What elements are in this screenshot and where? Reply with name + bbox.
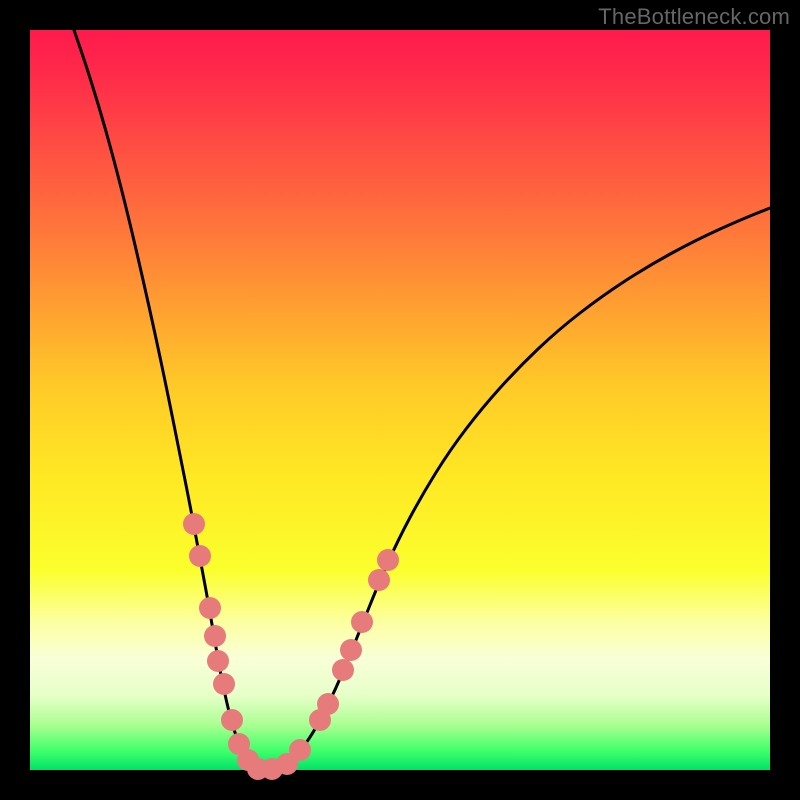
data-point-left-5 [213, 673, 235, 695]
data-point-left-4 [207, 650, 229, 672]
data-point-right-6 [368, 569, 390, 591]
data-point-right-5 [351, 611, 373, 633]
data-point-left-0 [183, 513, 205, 535]
data-point-right-0 [289, 739, 311, 761]
data-point-right-3 [332, 659, 354, 681]
data-point-left-1 [189, 545, 211, 567]
data-point-right-2 [317, 693, 339, 715]
bottleneck-chart [0, 0, 800, 800]
data-point-right-4 [340, 639, 362, 661]
chart-outer-frame: TheBottleneck.com [0, 0, 800, 800]
data-point-left-6 [221, 709, 243, 731]
watermark-text: TheBottleneck.com [598, 4, 790, 30]
plot-background [30, 30, 770, 770]
data-point-left-3 [204, 625, 226, 647]
data-point-left-2 [199, 597, 221, 619]
data-point-right-7 [377, 549, 399, 571]
